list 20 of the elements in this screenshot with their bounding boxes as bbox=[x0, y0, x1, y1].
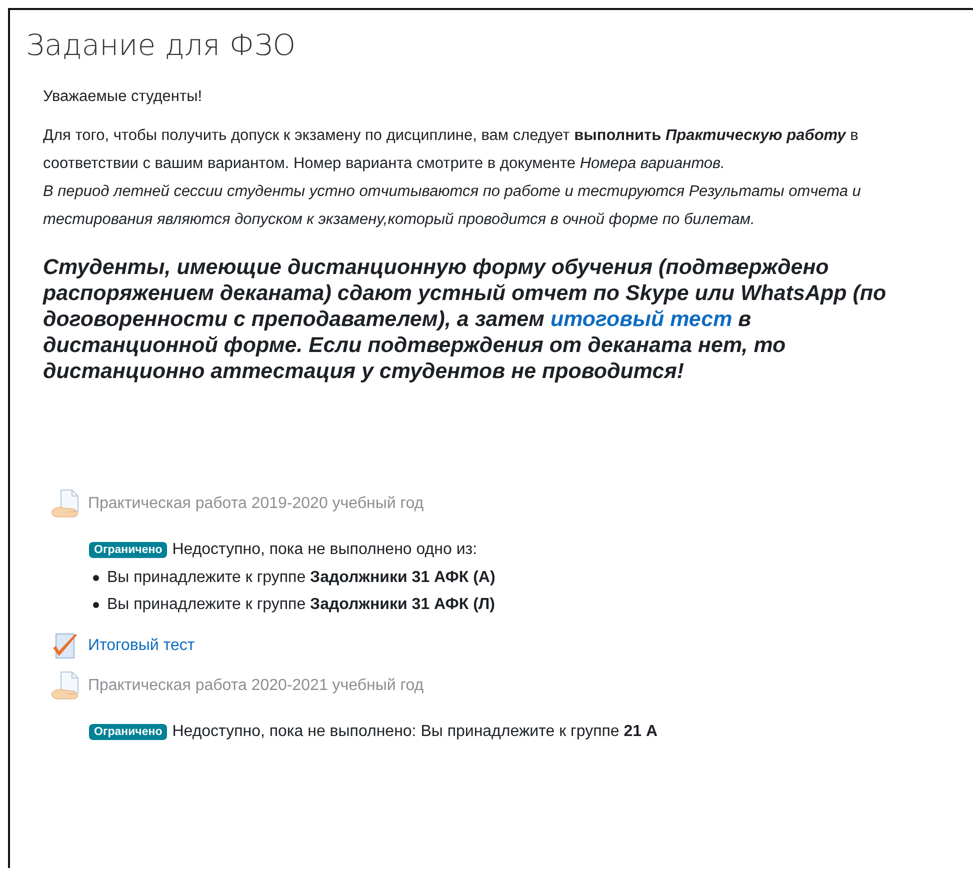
activity-link[interactable]: Итоговый тест bbox=[88, 637, 195, 655]
restricted-badge: Ограничено bbox=[89, 542, 168, 558]
restriction-text: Недоступно, пока не выполнено: Вы принадлежите к группе 21 А bbox=[172, 723, 658, 741]
greeting-text: Уважаемые студенты! bbox=[43, 88, 202, 106]
session-note: В период летней сессии студенты устно отчитываются по работе и тестируются Результаты отчета и тестирования являются допуском к экзамену,который проводится в очной форме по билетам. bbox=[43, 182, 862, 230]
quiz-link[interactable]: итоговый тест bbox=[550, 307, 732, 331]
activity-link[interactable]: Практическая работа 2020-2021 учебный год bbox=[88, 677, 424, 695]
activity-link[interactable]: Практическая работа 2019-2020 учебный год bbox=[88, 495, 424, 513]
condition-text: Вы принадлежите к группе Задолжники 31 АФК (Л) bbox=[107, 596, 495, 614]
bullet-icon bbox=[93, 602, 99, 608]
restriction-text: Недоступно, пока не выполнено одно из: bbox=[172, 541, 478, 559]
checked-document-icon bbox=[50, 631, 80, 661]
document-hand-icon bbox=[50, 489, 80, 519]
document-hand-icon bbox=[50, 671, 80, 701]
bullet-icon bbox=[93, 574, 99, 580]
restricted-badge: Ограничено bbox=[89, 724, 168, 740]
announcement-text: Студенты, имеющие дистанционную форму обучения (подтверждено распоряжением деканата) сдают устный отчет по Skype или WhatsApp (по договоренности с преподавателем), а затем итоговый тест в дистанционной форме. Если подтверждения от деканата нет, то дистанционно аттестация у студентов не проводится! bbox=[43, 254, 888, 384]
instruction-paragraph: Для того, чтобы получить допуск к экзамену по дисциплине, вам следует выполнить Практическую работу в соответствии с вашим вариантом. Номер варианта смотрите в документе Номера вариантов. bbox=[43, 126, 860, 174]
condition-text: Вы принадлежите к группе Задолжники 31 АФК (А) bbox=[107, 568, 496, 586]
page-title: Задание для ФЗО bbox=[26, 28, 296, 62]
